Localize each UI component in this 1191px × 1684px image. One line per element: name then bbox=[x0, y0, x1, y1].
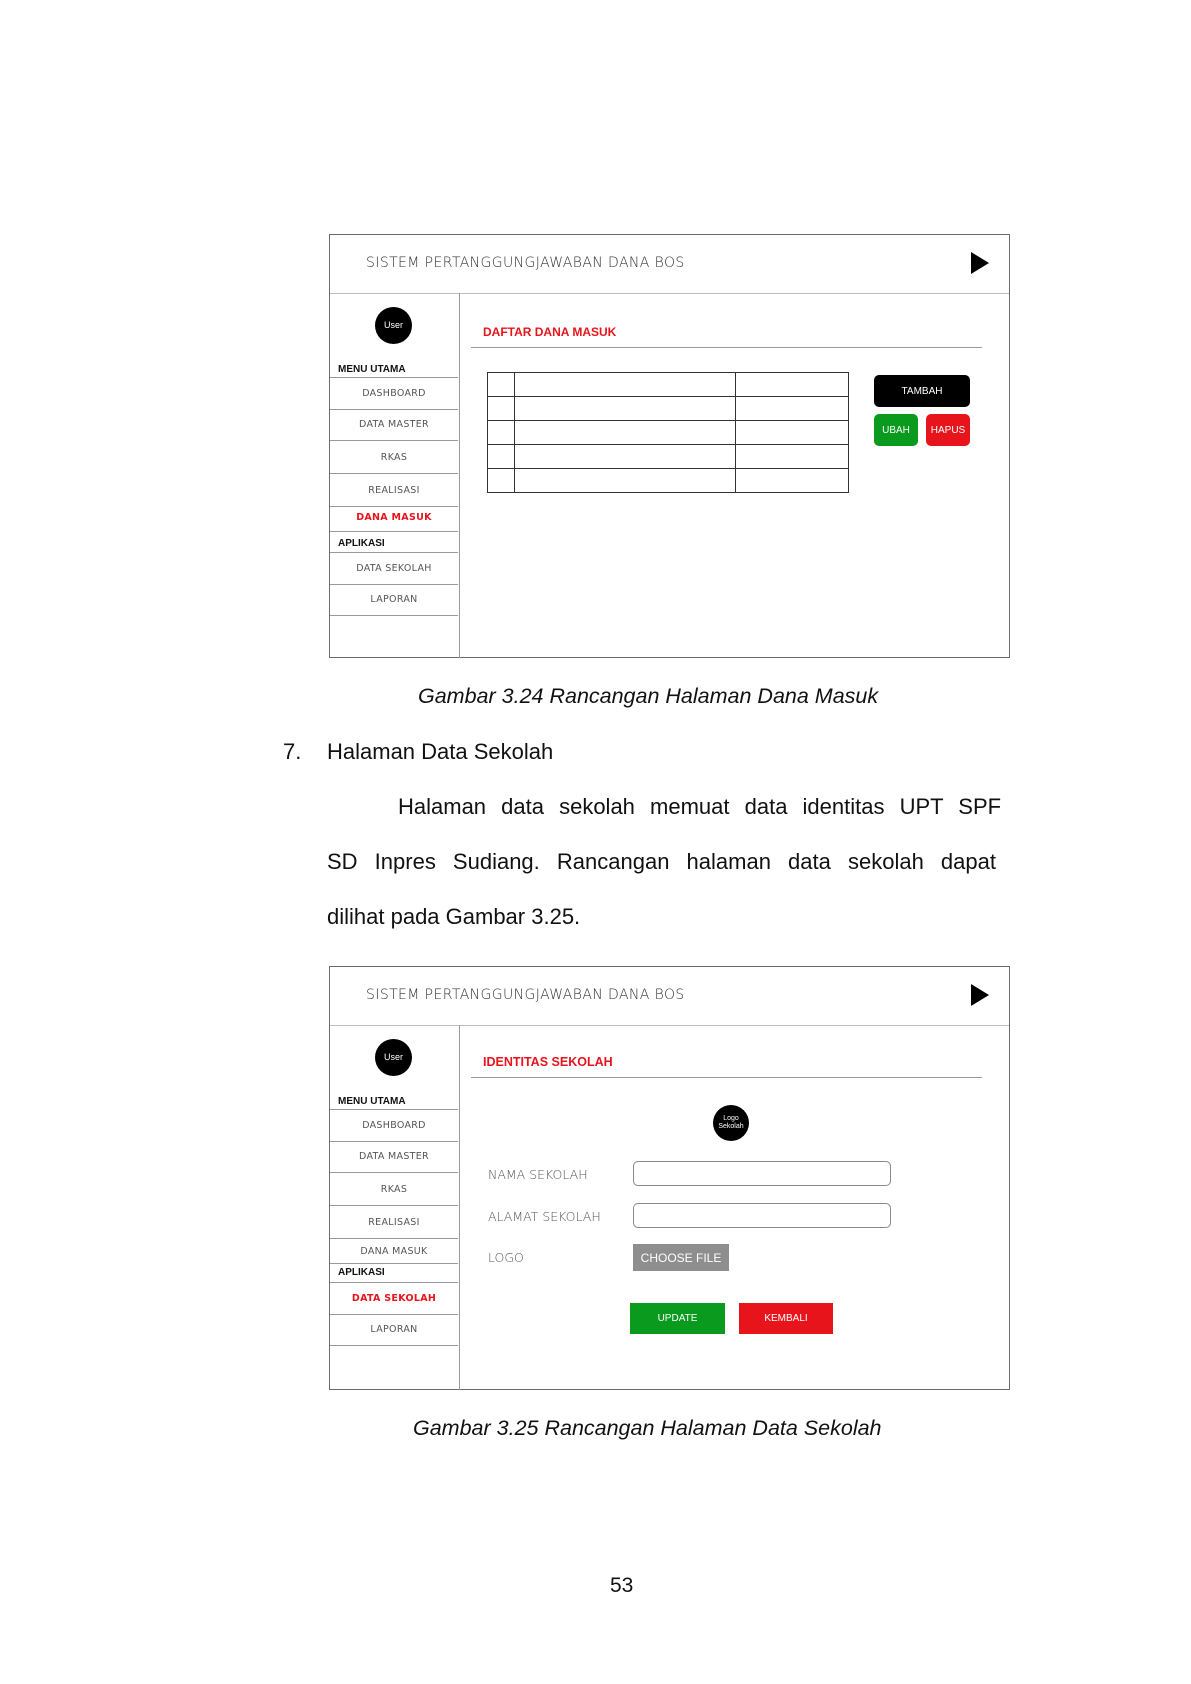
table-row bbox=[487, 372, 849, 397]
sidebar-item-dana-masuk[interactable]: DANA MASUK bbox=[330, 1239, 458, 1264]
sidebar-item-laporan[interactable]: LAPORAN bbox=[330, 1314, 458, 1346]
table-row bbox=[487, 396, 849, 421]
choose-file-button[interactable]: CHOOSE FILE bbox=[633, 1244, 729, 1271]
menu-utama-label: MENU UTAMA bbox=[338, 1096, 406, 1107]
app-title: SISTEM PERTANGGUNGJAWABAN DANA BOS bbox=[366, 987, 685, 1003]
play-icon[interactable] bbox=[971, 252, 989, 274]
heading-divider bbox=[471, 347, 982, 348]
user-avatar[interactable]: User bbox=[375, 1039, 412, 1076]
aplikasi-label: APLIKASI bbox=[338, 538, 385, 549]
content-heading: DAFTAR DANA MASUK bbox=[483, 325, 617, 339]
table-row bbox=[487, 468, 849, 493]
paragraph-line-2: SD Inpres Sudiang. Rancangan halaman dat… bbox=[327, 849, 1019, 875]
kembali-button[interactable]: KEMBALI bbox=[739, 1303, 833, 1334]
sidebar-item-rkas[interactable]: RKAS bbox=[330, 1174, 458, 1206]
sidebar-item-rkas[interactable]: RKAS bbox=[330, 442, 458, 474]
dana-masuk-mockup: SISTEM PERTANGGUNGJAWABAN DANA BOS User … bbox=[329, 234, 1010, 658]
section-number: 7. bbox=[283, 739, 302, 764]
hapus-button[interactable]: HAPUS bbox=[926, 414, 970, 446]
logo-label: LOGO bbox=[488, 1250, 524, 1265]
table-row bbox=[487, 444, 849, 469]
data-sekolah-mockup: SISTEM PERTANGGUNGJAWABAN DANA BOS User … bbox=[329, 966, 1010, 1390]
sidebar: User MENU UTAMA DASHBOARD DATA MASTER RK… bbox=[330, 1025, 460, 1390]
nama-sekolah-label: NAMA SEKOLAH bbox=[488, 1167, 588, 1182]
paragraph-text: Halaman data sekolah memuat data identit… bbox=[398, 794, 1002, 819]
logo-placeholder: Logo Sekolah bbox=[713, 1105, 749, 1141]
paragraph-line-3: dilihat pada Gambar 3.25. bbox=[327, 904, 581, 929]
paragraph-line-1: Halaman data sekolah memuat data identit… bbox=[398, 794, 1019, 820]
app-title: SISTEM PERTANGGUNGJAWABAN DANA BOS bbox=[366, 255, 685, 271]
sidebar-item-realisasi[interactable]: REALISASI bbox=[330, 1207, 458, 1239]
sidebar-item-data-sekolah[interactable]: DATA SEKOLAH bbox=[330, 1282, 458, 1315]
play-icon[interactable] bbox=[971, 984, 989, 1006]
sidebar-item-dashboard[interactable]: DASHBOARD bbox=[330, 1109, 458, 1142]
alamat-sekolah-label: ALAMAT SEKOLAH bbox=[488, 1209, 601, 1224]
tambah-button[interactable]: TAMBAH bbox=[874, 375, 970, 407]
content-heading: IDENTITAS SEKOLAH bbox=[483, 1055, 613, 1069]
app-header: SISTEM PERTANGGUNGJAWABAN DANA BOS bbox=[330, 235, 1009, 294]
update-button[interactable]: UPDATE bbox=[630, 1303, 725, 1334]
paragraph-text: SD Inpres Sudiang. Rancangan halaman dat… bbox=[327, 849, 996, 874]
sidebar-item-dashboard[interactable]: DASHBOARD bbox=[330, 377, 458, 410]
dana-masuk-table bbox=[487, 372, 849, 493]
table-row bbox=[487, 420, 849, 445]
sidebar-item-data-master[interactable]: DATA MASTER bbox=[330, 409, 458, 441]
nama-sekolah-input[interactable] bbox=[633, 1161, 891, 1186]
section-title: Halaman Data Sekolah bbox=[327, 739, 554, 764]
sidebar: User MENU UTAMA DASHBOARD DATA MASTER RK… bbox=[330, 293, 460, 658]
sidebar-item-data-sekolah[interactable]: DATA SEKOLAH bbox=[330, 552, 458, 585]
app-header: SISTEM PERTANGGUNGJAWABAN DANA BOS bbox=[330, 967, 1009, 1026]
ubah-button[interactable]: UBAH bbox=[874, 414, 918, 446]
sidebar-item-laporan[interactable]: LAPORAN bbox=[330, 584, 458, 616]
page-number: 53 bbox=[610, 1574, 634, 1597]
figure-caption-3-25: Gambar 3.25 Rancangan Halaman Data Sekol… bbox=[413, 1416, 882, 1440]
menu-utama-label: MENU UTAMA bbox=[338, 364, 406, 375]
figure-caption-3-24: Gambar 3.24 Rancangan Halaman Dana Masuk bbox=[418, 684, 879, 708]
sidebar-item-dana-masuk[interactable]: DANA MASUK bbox=[330, 503, 458, 532]
sidebar-item-data-master[interactable]: DATA MASTER bbox=[330, 1141, 458, 1173]
user-avatar[interactable]: User bbox=[375, 307, 412, 344]
alamat-sekolah-input[interactable] bbox=[633, 1203, 891, 1228]
aplikasi-label: APLIKASI bbox=[338, 1267, 385, 1278]
heading-divider bbox=[471, 1077, 982, 1078]
